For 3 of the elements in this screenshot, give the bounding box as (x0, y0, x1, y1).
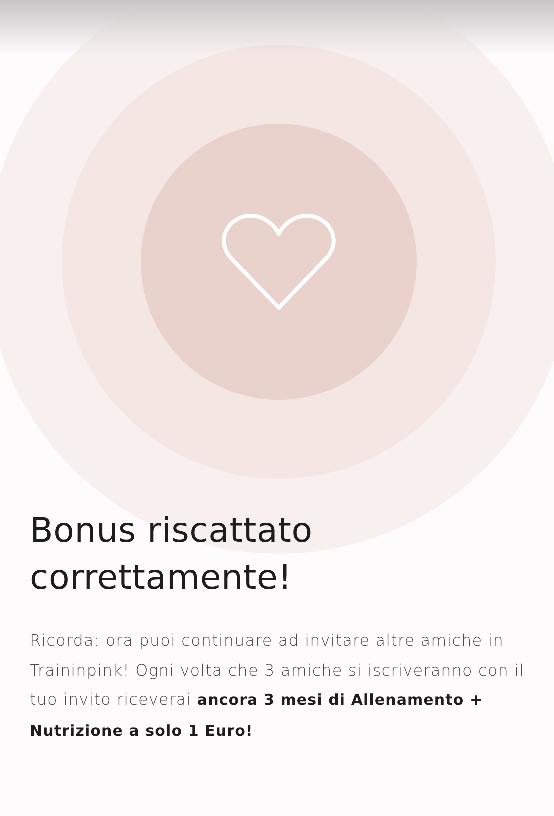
success-title: Bonus riscattato correttamente! (30, 510, 314, 600)
heart-icon (221, 212, 337, 312)
message-text: Ricorda: ora puoi continuare ad invitare altre amiche in Traininpink! Ogni volta che 3 amiche si iscriveranno con il tuo invito riceverai ancora 3 mesi di Allenamento + Nutrizione a solo 1 Euro! (30, 630, 526, 742)
